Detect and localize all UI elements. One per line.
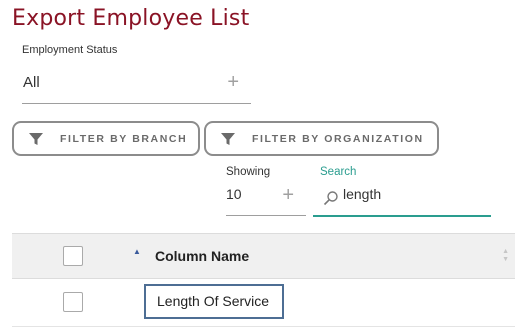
showing-label: Showing: [226, 166, 271, 178]
funnel-icon: [221, 132, 235, 145]
column-name-cell[interactable]: Length Of Service: [144, 284, 284, 319]
select-all-checkbox[interactable]: [63, 246, 83, 266]
row-checkbox[interactable]: [63, 292, 83, 312]
employment-status-label: Employment Status: [22, 44, 118, 56]
table-header: ▲ Column Name ▲ ▼: [12, 233, 515, 279]
search-label: Search: [320, 166, 357, 178]
column-name-value: Length Of Service: [157, 293, 270, 309]
plus-icon[interactable]: +: [227, 72, 239, 92]
filter-by-branch-label: FILTER BY BRANCH: [60, 132, 188, 145]
search-field[interactable]: length: [313, 180, 491, 217]
showing-value: 10: [226, 186, 242, 202]
columns-table: ▲ Column Name ▲ ▼ Length Of Service: [12, 233, 515, 327]
filter-by-organization-button[interactable]: FILTER BY ORGANIZATION: [204, 121, 439, 156]
column-name-header[interactable]: Column Name: [155, 248, 249, 264]
search-input[interactable]: length: [343, 186, 381, 202]
sort-ascending-icon[interactable]: ▲: [133, 247, 141, 256]
employment-status-select[interactable]: All +: [22, 66, 251, 104]
showing-select[interactable]: 10 +: [226, 180, 306, 216]
page-title: Export Employee List: [12, 6, 250, 31]
employment-status-value: All: [23, 74, 40, 91]
funnel-icon: [29, 132, 43, 145]
filter-by-branch-button[interactable]: FILTER BY BRANCH: [12, 121, 200, 156]
filter-by-organization-label: FILTER BY ORGANIZATION: [252, 132, 424, 145]
table-row[interactable]: Length Of Service: [12, 279, 515, 327]
sort-toggle-icon[interactable]: ▲ ▼: [502, 248, 509, 264]
search-icon: [323, 191, 338, 206]
plus-icon[interactable]: +: [282, 185, 294, 205]
